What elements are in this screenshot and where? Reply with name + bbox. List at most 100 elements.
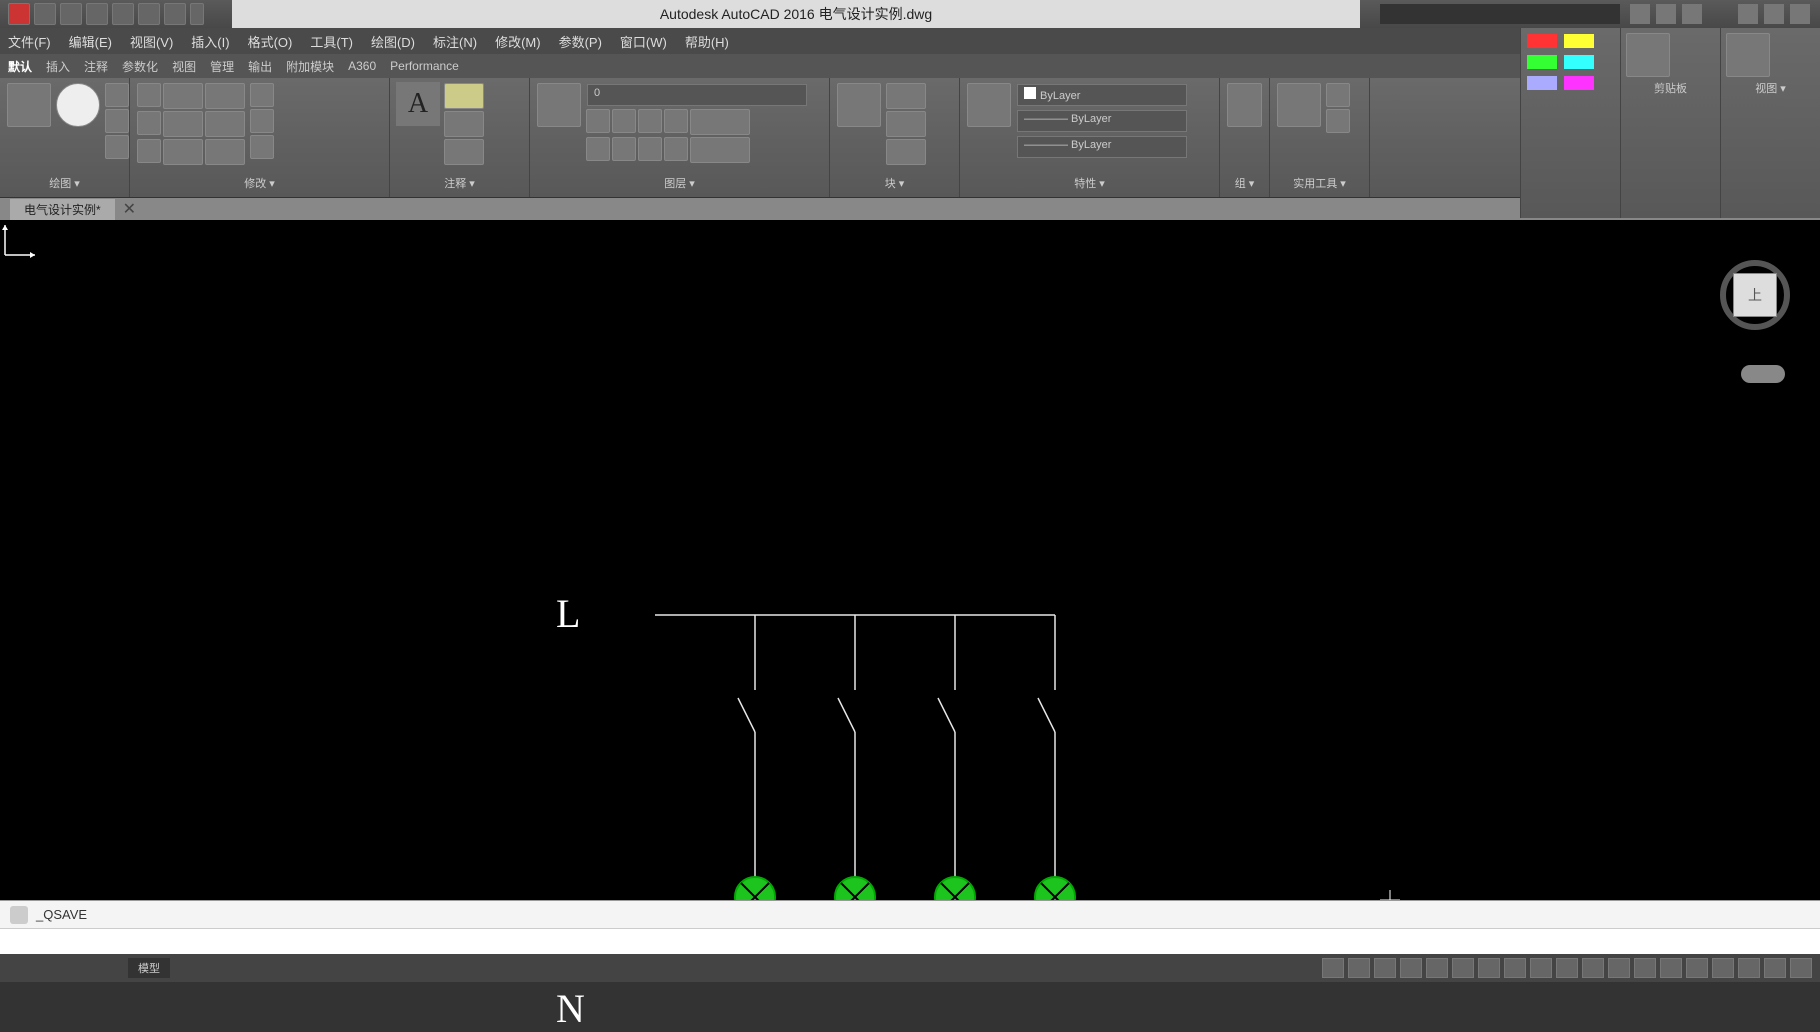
menu-param[interactable]: 参数(P)	[559, 32, 602, 51]
layer-b1-icon[interactable]	[586, 137, 610, 161]
print-icon[interactable]	[164, 3, 186, 25]
panel-group-title[interactable]: 组 ▾	[1226, 173, 1263, 193]
matchprop-icon[interactable]	[967, 83, 1011, 127]
dim-icon[interactable]	[444, 83, 484, 109]
annomon-icon[interactable]	[1608, 958, 1630, 978]
hatch-icon[interactable]	[105, 135, 129, 159]
color-red[interactable]	[1527, 34, 1557, 48]
maximize-icon[interactable]	[1764, 4, 1784, 24]
panel-draw-title[interactable]: 绘图 ▾	[6, 173, 123, 193]
rotate-icon[interactable]	[163, 83, 203, 109]
tab-manage[interactable]: 管理	[210, 58, 234, 75]
help-search-input[interactable]	[1380, 4, 1620, 24]
rect-icon[interactable]	[105, 109, 129, 133]
offset-icon[interactable]	[250, 135, 274, 159]
snap-icon[interactable]	[1348, 958, 1370, 978]
redo-icon[interactable]	[138, 3, 160, 25]
layerstate-icon[interactable]	[690, 137, 750, 163]
line-icon[interactable]	[7, 83, 51, 127]
units-icon[interactable]	[1634, 958, 1656, 978]
panel-prop-title[interactable]: 特性 ▾	[966, 173, 1213, 193]
new-icon[interactable]	[34, 3, 56, 25]
signin-icon[interactable]	[1630, 4, 1650, 24]
edit-block-icon[interactable]	[886, 111, 926, 137]
cycling-icon[interactable]	[1530, 958, 1552, 978]
layer-dropdown[interactable]: 0	[587, 84, 807, 106]
color-dropdown[interactable]: ByLayer	[1017, 84, 1187, 106]
quickprops-icon[interactable]	[1660, 958, 1682, 978]
navbar-icon[interactable]	[1741, 365, 1785, 383]
create-block-icon[interactable]	[886, 83, 926, 109]
tab-default[interactable]: 默认	[8, 58, 32, 75]
explode-icon[interactable]	[250, 109, 274, 133]
util2-icon[interactable]	[1326, 109, 1350, 133]
menu-file[interactable]: 文件(F)	[8, 32, 51, 51]
color-yellow[interactable]	[1564, 34, 1594, 48]
tab-view[interactable]: 视图	[172, 58, 196, 75]
color-cyan[interactable]	[1564, 55, 1594, 69]
menu-insert[interactable]: 插入(I)	[191, 32, 229, 51]
measure-icon[interactable]	[1277, 83, 1321, 127]
panel-util-title[interactable]: 实用工具 ▾	[1276, 173, 1363, 193]
anno-icon[interactable]	[1556, 958, 1578, 978]
model-tab[interactable]: 模型	[128, 958, 170, 978]
tab-a360[interactable]: A360	[348, 59, 376, 73]
menu-draw[interactable]: 绘图(D)	[371, 32, 415, 51]
tab-addon[interactable]: 附加模块	[286, 58, 334, 75]
tab-perf[interactable]: Performance	[390, 59, 459, 73]
layeriso-icon[interactable]	[586, 109, 610, 133]
otrack-icon[interactable]	[1452, 958, 1474, 978]
save-icon[interactable]	[86, 3, 108, 25]
menu-format[interactable]: 格式(O)	[248, 32, 293, 51]
file-tab-active[interactable]: 电气设计实例*	[10, 199, 115, 220]
viewcube[interactable]: 上	[1720, 260, 1790, 330]
undo-icon[interactable]	[112, 3, 134, 25]
grid-icon[interactable]	[1322, 958, 1344, 978]
menu-help[interactable]: 帮助(H)	[685, 32, 729, 51]
table-icon[interactable]	[444, 139, 484, 165]
open-icon[interactable]	[60, 3, 82, 25]
app-menu-icon[interactable]	[8, 3, 30, 25]
array-icon[interactable]	[205, 139, 245, 165]
menu-modify[interactable]: 修改(M)	[495, 32, 541, 51]
paste-icon[interactable]	[1626, 33, 1670, 77]
command-input[interactable]	[0, 928, 1820, 954]
mirror-icon[interactable]	[163, 111, 203, 137]
lwt-icon[interactable]	[1478, 958, 1500, 978]
menu-dim[interactable]: 标注(N)	[433, 32, 477, 51]
layer-b3-icon[interactable]	[638, 137, 662, 161]
layerlock-icon[interactable]	[664, 109, 688, 133]
erase-icon[interactable]	[250, 83, 274, 107]
panel-block-title[interactable]: 块 ▾	[836, 173, 953, 193]
new-tab-icon[interactable]: ✕	[123, 199, 136, 219]
color-magenta[interactable]	[1564, 76, 1594, 90]
copy-icon[interactable]	[137, 111, 161, 135]
drawing-canvas[interactable]: L N 上	[0, 220, 1820, 900]
menu-view[interactable]: 视图(V)	[130, 32, 173, 51]
cmd-toggle-icon[interactable]	[10, 906, 28, 924]
leader-icon[interactable]	[444, 111, 484, 137]
panel-layer-title[interactable]: 图层 ▾	[536, 173, 823, 193]
qat-dropdown-icon[interactable]	[190, 3, 204, 25]
trim-icon[interactable]	[205, 83, 245, 109]
arc-icon[interactable]	[105, 83, 129, 107]
scale-icon[interactable]	[163, 139, 203, 165]
menu-window[interactable]: 窗口(W)	[620, 32, 667, 51]
edit-attr-icon[interactable]	[886, 139, 926, 165]
ortho-icon[interactable]	[1374, 958, 1396, 978]
panel-modify-title[interactable]: 修改 ▾	[136, 173, 383, 193]
exchange-icon[interactable]	[1656, 4, 1676, 24]
isolate-icon[interactable]	[1712, 958, 1734, 978]
layermatch-icon[interactable]	[690, 109, 750, 135]
tab-param[interactable]: 参数化	[122, 58, 158, 75]
layer-b2-icon[interactable]	[612, 137, 636, 161]
close-icon[interactable]	[1790, 4, 1810, 24]
lineweight-dropdown[interactable]: ———— ByLayer	[1017, 110, 1187, 132]
menu-edit[interactable]: 编辑(E)	[69, 32, 112, 51]
layeroff-icon[interactable]	[612, 109, 636, 133]
customize-icon[interactable]	[1790, 958, 1812, 978]
menu-tools[interactable]: 工具(T)	[310, 32, 353, 51]
panel-annot-title[interactable]: 注释 ▾	[396, 173, 523, 193]
stretch-icon[interactable]	[137, 139, 161, 163]
linetype-dropdown[interactable]: ———— ByLayer	[1017, 136, 1187, 158]
